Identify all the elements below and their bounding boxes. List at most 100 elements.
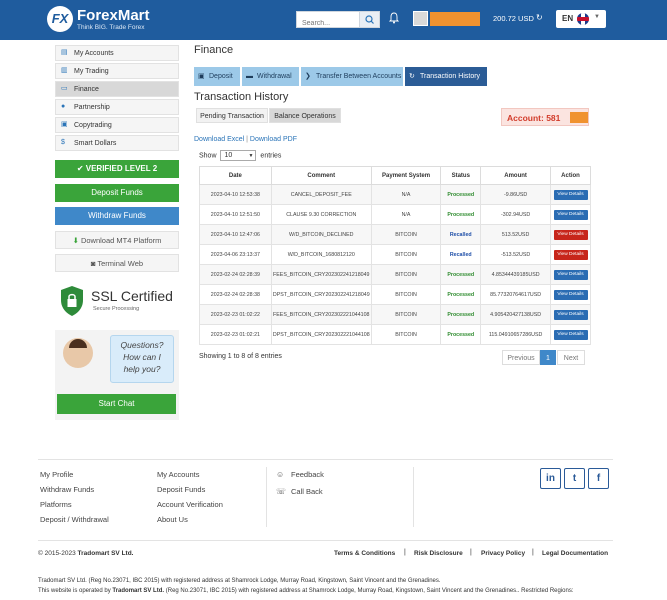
footer-link-deposit-funds[interactable]: Deposit Funds bbox=[157, 485, 205, 494]
shield-lock-icon bbox=[61, 286, 83, 316]
cell-payment-system: BITCOIN bbox=[370, 284, 442, 305]
cell-payment-system: BITCOIN bbox=[370, 244, 442, 265]
column-header-payment-system[interactable]: Payment System bbox=[370, 166, 442, 185]
view-details-button[interactable]: View Details bbox=[553, 269, 588, 280]
footer-link-withdraw-funds[interactable]: Withdraw Funds bbox=[40, 485, 94, 494]
facebook-icon[interactable]: f bbox=[588, 468, 609, 489]
forexmart-logo[interactable]: FX ForexMart Think BIG. Trade Forex bbox=[47, 6, 157, 34]
sidebar-item-my-accounts[interactable]: ▤ My Accounts bbox=[55, 45, 179, 61]
view-details-button[interactable]: View Details bbox=[553, 289, 588, 300]
ssl-title: SSL Certified bbox=[91, 288, 173, 304]
pagination-page-1[interactable]: 1 bbox=[540, 350, 556, 365]
cell-date: 2023-02-24 02:28:38 bbox=[199, 284, 272, 305]
legal-notice-line-2: This website is operated by Tradomart SV… bbox=[38, 588, 574, 594]
subtab-balance-operations[interactable]: Balance Operations bbox=[269, 108, 341, 123]
tab-transfer-between-accounts[interactable]: ❯ Transfer Between Accounts bbox=[301, 67, 403, 86]
terminal-web-button[interactable]: ◙ Terminal Web bbox=[55, 254, 179, 272]
start-chat-button[interactable]: Start Chat bbox=[57, 394, 176, 414]
chat-bubble: Questions? How can I help you? bbox=[110, 335, 174, 383]
sidebar-item-my-trading[interactable]: ▥ My Trading bbox=[55, 63, 179, 79]
view-details-button[interactable]: View Details bbox=[553, 209, 588, 220]
cell-payment-system: N/A bbox=[370, 184, 442, 205]
entries-select[interactable]: 10 ▼ bbox=[220, 150, 257, 161]
cell-comment: DPST_BITCOIN_CRY202302221044108 bbox=[270, 324, 372, 345]
entries-select-value: 10 bbox=[224, 152, 233, 159]
transaction-table: Date Comment Payment System Status Amoun… bbox=[199, 166, 591, 345]
bell-icon[interactable] bbox=[389, 12, 399, 24]
copyright-company: Tradomart SV Ltd. bbox=[77, 550, 134, 557]
footer-link-call-back[interactable]: Call Back bbox=[291, 487, 323, 496]
column-header-amount[interactable]: Amount bbox=[480, 166, 552, 185]
deposit-funds-button[interactable]: Deposit Funds bbox=[55, 184, 179, 202]
legal-notice-prefix: This website is operated by bbox=[38, 588, 111, 594]
column-header-comment[interactable]: Comment bbox=[270, 166, 372, 185]
sidebar-item-finance[interactable]: ▭ Finance bbox=[55, 81, 179, 97]
user-name-redacted[interactable] bbox=[430, 12, 480, 26]
subtab-pending-transaction[interactable]: Pending Transaction bbox=[196, 108, 268, 123]
app-root: FX ForexMart Think BIG. Trade Forex 200.… bbox=[0, 0, 667, 600]
linkedin-icon[interactable]: in bbox=[540, 468, 561, 489]
sidebar-item-partnership[interactable]: ● Partnership bbox=[55, 99, 179, 115]
deposit-icon: ▣ bbox=[198, 73, 205, 80]
tab-transaction-history[interactable]: ↻ Transaction History bbox=[405, 67, 487, 86]
cell-status: Processed bbox=[440, 264, 482, 285]
footer-link-terms[interactable]: Terms & Conditions bbox=[334, 550, 395, 557]
view-details-button[interactable]: View Details bbox=[553, 309, 588, 320]
pagination-next[interactable]: Next bbox=[557, 350, 585, 365]
footer-link-risk-disclosure[interactable]: Risk Disclosure bbox=[414, 550, 463, 557]
search-button[interactable] bbox=[359, 12, 379, 27]
download-mt4-button[interactable]: ⬇ Download MT4 Platform bbox=[55, 231, 179, 249]
view-details-button[interactable]: View Details bbox=[553, 329, 588, 340]
footer-link-account-verification[interactable]: Account Verification bbox=[157, 500, 223, 509]
entries-label: entries bbox=[260, 152, 282, 160]
tab-deposit[interactable]: ▣ Deposit bbox=[194, 67, 240, 86]
cell-payment-system: N/A bbox=[370, 204, 442, 225]
view-details-button[interactable]: View Details bbox=[553, 249, 588, 260]
download-pdf-link[interactable]: Download PDF bbox=[250, 136, 297, 143]
sidebar-item-label: Copytrading bbox=[74, 122, 112, 129]
sidebar-item-label: Smart Dollars bbox=[74, 140, 117, 147]
view-details-button[interactable]: View Details bbox=[553, 229, 588, 240]
verified-level-button[interactable]: ✔ VERIFIED LEVEL 2 bbox=[55, 160, 179, 178]
table-row: 2023-04-06 23:13:37 W/D_BITCOIN_168081212… bbox=[199, 244, 591, 265]
cell-date: 2023-04-10 12:53:38 bbox=[199, 184, 272, 205]
column-header-action: Action bbox=[550, 166, 591, 185]
footer-link-about-us[interactable]: About Us bbox=[157, 515, 188, 524]
view-details-button[interactable]: View Details bbox=[553, 189, 588, 200]
pagination-previous[interactable]: Previous bbox=[502, 350, 540, 365]
footer-link-privacy-policy[interactable]: Privacy Policy bbox=[481, 550, 525, 557]
card-icon: ▭ bbox=[61, 85, 68, 92]
search-input[interactable] bbox=[297, 16, 359, 31]
download-excel-link[interactable]: Download Excel bbox=[194, 136, 244, 143]
footer-link-feedback[interactable]: Feedback bbox=[291, 470, 324, 479]
sidebar-item-label: My Trading bbox=[74, 68, 109, 75]
sidebar-item-smart-dollars[interactable]: $ Smart Dollars bbox=[55, 135, 179, 151]
language-selector[interactable]: EN ▼ bbox=[556, 10, 606, 28]
tab-withdrawal[interactable]: ▬ Withdrawal bbox=[242, 67, 299, 86]
column-header-status[interactable]: Status bbox=[440, 166, 482, 185]
footer-link-my-profile[interactable]: My Profile bbox=[40, 470, 73, 479]
footer-link-my-accounts[interactable]: My Accounts bbox=[157, 470, 200, 479]
user-avatar[interactable] bbox=[413, 11, 428, 26]
cell-amount: -302.94USD bbox=[480, 204, 552, 225]
chart-icon: ▥ bbox=[61, 67, 68, 74]
cell-payment-system: BITCOIN bbox=[370, 304, 442, 325]
column-header-date[interactable]: Date bbox=[199, 166, 272, 185]
cell-date: 2023-02-24 02:28:39 bbox=[199, 264, 272, 285]
footer-link-legal-documentation[interactable]: Legal Documentation bbox=[542, 550, 608, 557]
withdrawal-icon: ▬ bbox=[246, 73, 253, 80]
twitter-icon[interactable]: t bbox=[564, 468, 585, 489]
cell-status: Recalled bbox=[440, 244, 482, 265]
footer-link-deposit-withdrawal[interactable]: Deposit / Withdrawal bbox=[40, 515, 109, 524]
copyright: © 2015-2023 Tradomart SV Ltd. bbox=[38, 550, 133, 557]
footer-link-platforms[interactable]: Platforms bbox=[40, 500, 72, 509]
sidebar-item-copytrading[interactable]: ▣ Copytrading bbox=[55, 117, 179, 133]
cell-amount: 85.77320764617USD bbox=[480, 284, 552, 305]
history-icon: ↻ bbox=[409, 73, 415, 80]
cell-action: View Details bbox=[550, 324, 591, 345]
table-row: 2023-02-24 02:28:39 FEES_BITCOIN_CRY20230… bbox=[199, 264, 591, 285]
withdraw-funds-button[interactable]: Withdraw Funds bbox=[55, 207, 179, 225]
cell-amount: 513.52USD bbox=[480, 224, 552, 245]
refresh-icon[interactable]: ↻ bbox=[536, 13, 543, 22]
tab-label: Transfer Between Accounts bbox=[316, 73, 402, 80]
